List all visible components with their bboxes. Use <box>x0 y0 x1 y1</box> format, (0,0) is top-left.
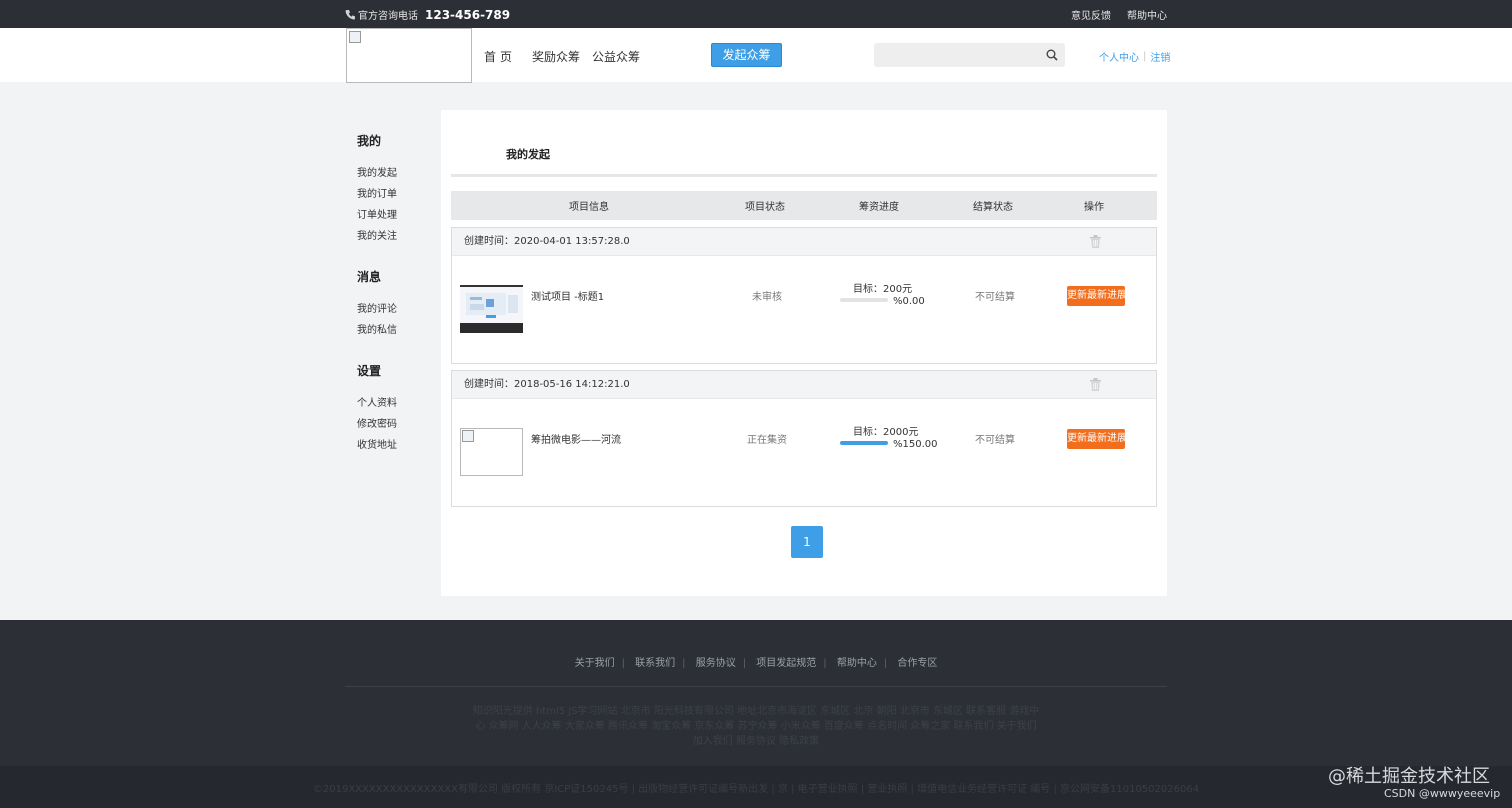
project-card: 创建时间：2018-05-16 14:12:21.0 筹拍微电影——河流 正在集… <box>451 370 1157 507</box>
sidebar-item-my-messages[interactable]: 我的私信 <box>357 325 427 337</box>
project-card: 创建时间：2020-04-01 13:57:28.0 测试项目 -标题1 未审核… <box>451 227 1157 364</box>
sidebar-group-settings: 设置 个人资料 修改密码 收货地址 <box>357 362 427 452</box>
footer-bottom-bar: ©2019XXXXXXXXXXXXXXXX有限公司 版权所有 京ICP证1502… <box>0 766 1512 808</box>
footer-links: 关于我们 | 联系我们 | 服务协议 | 项目发起规范 | 帮助中心 | 合作专区 <box>0 654 1512 669</box>
phone-label: 官方咨询电话 <box>358 11 418 22</box>
column-header-funding-progress: 筹资进度 <box>859 202 899 213</box>
sidebar-item-profile[interactable]: 个人资料 <box>357 398 427 410</box>
site-logo[interactable] <box>346 28 472 83</box>
project-thumbnail[interactable] <box>460 285 523 333</box>
project-card-header: 创建时间：2018-05-16 14:12:21.0 <box>452 371 1156 399</box>
user-center-link[interactable]: 个人中心 <box>1099 49 1139 64</box>
main-nav: 首页 奖励众筹 公益众筹 <box>484 48 640 65</box>
funding-progress-bar <box>840 441 888 445</box>
funding-progress-percent: %150.00 <box>893 439 938 450</box>
footer-divider <box>345 686 1167 687</box>
trash-icon[interactable] <box>1090 378 1101 391</box>
top-bar: 官方咨询电话 123-456-789 意见反馈 帮助中心 <box>0 0 1512 28</box>
top-links: 意见反馈 帮助中心 <box>1071 7 1167 22</box>
footer: 关于我们 | 联系我们 | 服务协议 | 项目发起规范 | 帮助中心 | 合作专区 知识阳… <box>0 620 1512 808</box>
footer-link-contact[interactable]: 联系我们 <box>635 658 675 669</box>
sidebar: 我的 我的发起 我的订单 订单处理 我的关注 消息 我的评论 我的私信 设置 个… <box>357 132 427 452</box>
settlement-status: 不可结算 <box>975 435 1015 446</box>
update-progress-button[interactable]: 更新最新进展 <box>1067 429 1125 449</box>
divider: | <box>621 658 625 669</box>
created-time: 创建时间：2020-04-01 13:57:28.0 <box>464 236 630 247</box>
project-status: 正在集资 <box>747 435 787 446</box>
divider: | <box>883 658 888 669</box>
trash-icon[interactable] <box>1090 235 1101 248</box>
divider: | <box>823 658 827 669</box>
settlement-status: 不可结算 <box>975 292 1015 303</box>
funding-progress-percent: %0.00 <box>893 296 925 307</box>
nav-reward-crowdfunding[interactable]: 奖励众筹 <box>532 48 580 65</box>
main-panel: 我的发起 项目信息 项目状态 筹资进度 结算状态 操作 创建时间：2020-04… <box>441 110 1167 596</box>
broken-image-icon <box>462 430 474 442</box>
sidebar-group-title: 我的 <box>357 134 382 148</box>
footer-link-launch-rules[interactable]: 项目发起规范 <box>756 658 816 669</box>
project-name[interactable]: 筹拍微电影——河流 <box>531 431 621 446</box>
divider: | <box>1143 51 1147 62</box>
footer-link-about[interactable]: 关于我们 <box>575 658 615 669</box>
sidebar-item-change-password[interactable]: 修改密码 <box>357 419 427 431</box>
table-header: 项目信息 项目状态 筹资进度 结算状态 操作 <box>451 191 1157 220</box>
update-progress-button[interactable]: 更新最新进展 <box>1067 286 1125 306</box>
footer-link-terms[interactable]: 服务协议 <box>696 658 736 669</box>
page-title: 我的发起 <box>506 148 550 161</box>
phone-icon <box>345 10 355 20</box>
funding-target: 目标：2000元 <box>853 427 919 438</box>
broken-image-icon <box>349 31 361 43</box>
footer-link-help[interactable]: 帮助中心 <box>837 658 877 669</box>
help-center-link[interactable]: 帮助中心 <box>1127 7 1167 22</box>
sidebar-item-my-orders[interactable]: 我的订单 <box>357 189 427 201</box>
footer-description: 知识阳光提供 html5 JS学习网站 北京市 阳光科技有限公司 地址北京市海淀… <box>472 706 1040 747</box>
sidebar-group-title: 设置 <box>357 364 382 378</box>
sidebar-group-mine: 我的 我的发起 我的订单 订单处理 我的关注 <box>357 132 427 243</box>
sidebar-item-my-follows[interactable]: 我的关注 <box>357 231 427 243</box>
sidebar-item-my-launches[interactable]: 我的发起 <box>357 168 427 180</box>
sidebar-item-my-comments[interactable]: 我的评论 <box>357 304 427 316</box>
footer-copyright: ©2019XXXXXXXXXXXXXXXX有限公司 版权所有 京ICP证1502… <box>312 784 1200 795</box>
sidebar-group-messages: 消息 我的评论 我的私信 <box>357 268 427 337</box>
project-name[interactable]: 测试项目 -标题1 <box>531 288 604 303</box>
title-divider <box>451 174 1157 177</box>
divider: | <box>682 658 686 669</box>
search-icon[interactable] <box>1046 49 1058 61</box>
launch-crowdfunding-button[interactable]: 发起众筹 <box>711 43 782 67</box>
nav-charity-crowdfunding[interactable]: 公益众筹 <box>592 48 640 65</box>
column-header-settlement-status: 结算状态 <box>973 202 1013 213</box>
header: 首页 奖励众筹 公益众筹 发起众筹 个人中心 | 注销 <box>0 28 1512 83</box>
watermark-csdn: CSDN @wwwyeeevip <box>1384 787 1501 800</box>
funding-progress-bar <box>840 298 888 302</box>
divider: | <box>742 658 747 669</box>
user-links: 个人中心 | 注销 <box>1099 49 1170 64</box>
project-thumbnail[interactable] <box>460 428 523 476</box>
logout-link[interactable]: 注销 <box>1150 49 1170 64</box>
phone-info: 官方咨询电话 123-456-789 <box>345 7 510 22</box>
footer-link-partners[interactable]: 合作专区 <box>897 658 937 669</box>
search-box <box>874 43 1065 67</box>
project-status: 未审核 <box>752 292 782 303</box>
funding-target: 目标：200元 <box>853 284 913 295</box>
search-input[interactable] <box>874 43 1039 67</box>
pagination-page-button[interactable]: 1 <box>791 526 823 558</box>
sidebar-item-shipping-address[interactable]: 收货地址 <box>357 440 427 452</box>
created-time: 创建时间：2018-05-16 14:12:21.0 <box>464 379 630 390</box>
sidebar-group-title: 消息 <box>357 270 382 284</box>
column-header-actions: 操作 <box>1084 202 1104 213</box>
feedback-link[interactable]: 意见反馈 <box>1071 7 1111 22</box>
nav-home[interactable]: 首页 <box>484 48 516 65</box>
sidebar-item-order-processing[interactable]: 订单处理 <box>357 210 427 222</box>
project-card-header: 创建时间：2020-04-01 13:57:28.0 <box>452 228 1156 256</box>
phone-number: 123-456-789 <box>425 7 511 22</box>
column-header-project-info: 项目信息 <box>569 202 609 213</box>
column-header-project-status: 项目状态 <box>745 202 785 213</box>
watermark-juejin: @稀土掘金技术社区 <box>1328 766 1490 787</box>
